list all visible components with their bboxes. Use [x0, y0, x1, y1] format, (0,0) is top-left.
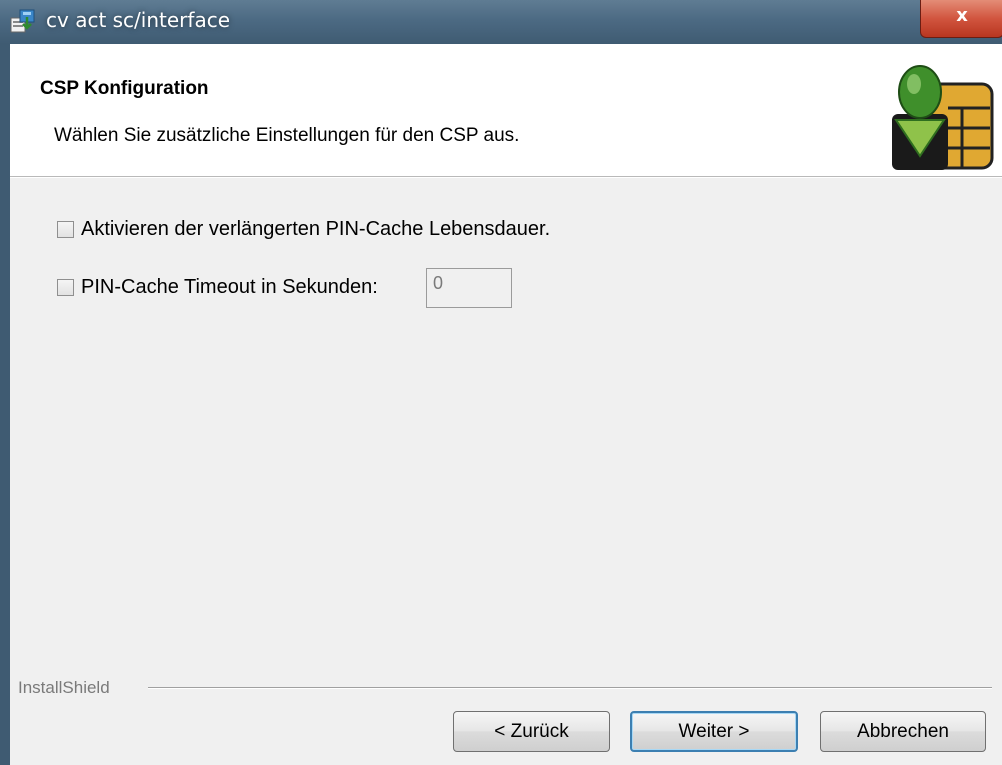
- banner-divider: [10, 177, 1002, 178]
- cancel-button-label: Abbrechen: [857, 720, 949, 742]
- extended-pin-cache-checkbox[interactable]: [57, 221, 74, 238]
- next-button-label: Weiter >: [678, 720, 750, 742]
- pin-cache-timeout-label[interactable]: PIN-Cache Timeout in Sekunden:: [81, 276, 378, 299]
- installshield-group-label: InstallShield: [18, 678, 110, 697]
- extended-pin-cache-label[interactable]: Aktivieren der verlängerten PIN-Cache Le…: [81, 218, 550, 241]
- footer-divider: [148, 687, 992, 689]
- header-banner: CSP Konfiguration Wählen Sie zusätzliche…: [10, 44, 1002, 177]
- window-title: cv act sc/interface: [46, 8, 230, 32]
- cancel-button[interactable]: Abbrechen: [820, 711, 986, 752]
- pin-cache-timeout-option[interactable]: PIN-Cache Timeout in Sekunden:: [57, 276, 378, 299]
- pin-cache-timeout-input[interactable]: 0: [426, 268, 512, 308]
- extended-pin-cache-option[interactable]: Aktivieren der verlängerten PIN-Cache Le…: [57, 218, 550, 241]
- next-button[interactable]: Weiter >: [630, 711, 798, 752]
- back-button[interactable]: < Zurück: [453, 711, 610, 752]
- window-frame: [0, 44, 10, 765]
- title-bar[interactable]: cv act sc/interface x: [0, 0, 1002, 45]
- close-button[interactable]: x: [920, 0, 1002, 38]
- close-icon: x: [956, 5, 968, 26]
- installer-icon: [10, 9, 35, 33]
- page-title: CSP Konfiguration: [40, 78, 209, 99]
- smartcard-chip-logo: [892, 65, 994, 170]
- back-button-label: < Zurück: [494, 720, 569, 742]
- page-subtitle: Wählen Sie zusätzliche Einstellungen für…: [54, 125, 520, 146]
- pin-cache-timeout-checkbox[interactable]: [57, 279, 74, 296]
